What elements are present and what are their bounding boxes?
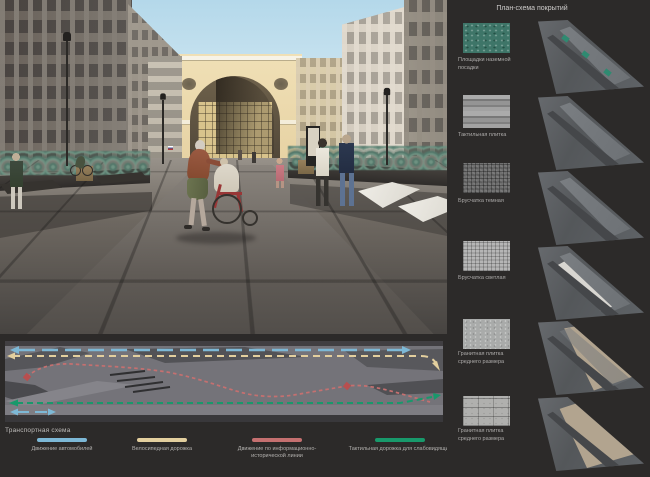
- transport-scheme-diagram: [5, 341, 443, 422]
- caregiver-shoe: [202, 227, 210, 231]
- spandrel-ornament-left: [182, 78, 196, 90]
- wheelchair-wheel-small: [242, 210, 258, 226]
- cyclist: [70, 156, 92, 176]
- caregiver-leg: [189, 198, 196, 225]
- legend-label-bike: Велосипедная дорожка: [107, 446, 217, 453]
- legend-line-cars: [37, 438, 87, 442]
- scheme-top-edge: [5, 341, 443, 346]
- legend-line-historic: [252, 438, 302, 442]
- person-left: [8, 152, 24, 210]
- street-lamp-left: [66, 40, 68, 166]
- material-label: Площадки наземной посадки: [458, 57, 520, 72]
- legend-label-tactile: Тактильная дорожка для слабовидящих: [345, 446, 455, 453]
- street-lamp-right: [386, 95, 388, 165]
- wheelchair-group: [158, 136, 278, 252]
- plan-road: [530, 96, 644, 170]
- sidewalk-band: [5, 405, 443, 415]
- person-right-woman: [314, 138, 331, 208]
- material-label: Гранитная плитка среднего размера: [458, 351, 520, 366]
- plan-thumbnail-5: [530, 321, 644, 395]
- plan-thumbnail-3: [530, 171, 644, 245]
- material-label: Брусчатка темная: [458, 198, 520, 206]
- material-swatch-pavers-light: [463, 241, 510, 271]
- scheme-bottom-edge: [5, 415, 443, 422]
- lamp-head-icon: [63, 32, 71, 41]
- material-swatch-granite-medium: [463, 319, 510, 349]
- lamp-head-icon: [384, 88, 390, 95]
- legend-label-cars: Движение автомобилей: [7, 446, 117, 453]
- group-shadow: [176, 232, 256, 244]
- caregiver-shoe: [184, 225, 192, 229]
- caregiver-leg: [198, 199, 206, 226]
- legend-item-historic: Движение по информационно-исторической л…: [222, 438, 332, 461]
- legend-item-bike: Велосипедная дорожка: [107, 438, 217, 453]
- cornice-top: [170, 56, 302, 60]
- plan-thumbnail-1: [530, 20, 644, 94]
- material-label: Брусчатка светлая: [458, 275, 520, 283]
- presentation-board: Транспортная схема Движение автомобилей …: [0, 0, 650, 477]
- plan-thumbnail-4: [530, 246, 644, 320]
- material-label: Гранитная плитка среднего размера: [458, 428, 520, 443]
- legend-line-tactile: [375, 438, 425, 442]
- plan-road: [530, 321, 644, 395]
- plan-road: [530, 171, 644, 245]
- street-render: [0, 0, 447, 334]
- material-swatch-granite-tile: [463, 396, 510, 426]
- scheme-canvas: [5, 341, 443, 422]
- lamp-head-icon: [160, 93, 166, 99]
- plan-thumbnail-6: [530, 397, 644, 471]
- legend-item-tactile: Тактильная дорожка для слабовидящих: [345, 438, 455, 453]
- legend-label-historic: Движение по информационно-исторической л…: [222, 446, 332, 461]
- wheelchair-wheel-large: [212, 194, 242, 224]
- materials-panel: План-схема покрытий Площадки наземной по…: [447, 0, 650, 477]
- plan-road: [530, 246, 644, 320]
- spandrel-ornament-right: [274, 78, 288, 90]
- material-swatch-pavers-dark: [463, 163, 510, 193]
- person-right-man: [337, 134, 356, 208]
- transport-scheme-title: Транспортная схема: [5, 427, 71, 434]
- plan-beige-area: [530, 397, 644, 471]
- plan-thumbnail-2: [530, 96, 644, 170]
- caregiver-skirt: [187, 178, 208, 200]
- material-label: Тактильная плитка: [458, 132, 520, 140]
- caregiver-torso: [186, 148, 211, 182]
- material-swatch-teal-granite: [463, 23, 510, 53]
- material-swatch-tactile: [463, 95, 510, 128]
- materials-panel-title: План-схема покрытий: [447, 5, 617, 12]
- legend-item-cars: Движение автомобилей: [7, 438, 117, 453]
- legend-line-bike: [137, 438, 187, 442]
